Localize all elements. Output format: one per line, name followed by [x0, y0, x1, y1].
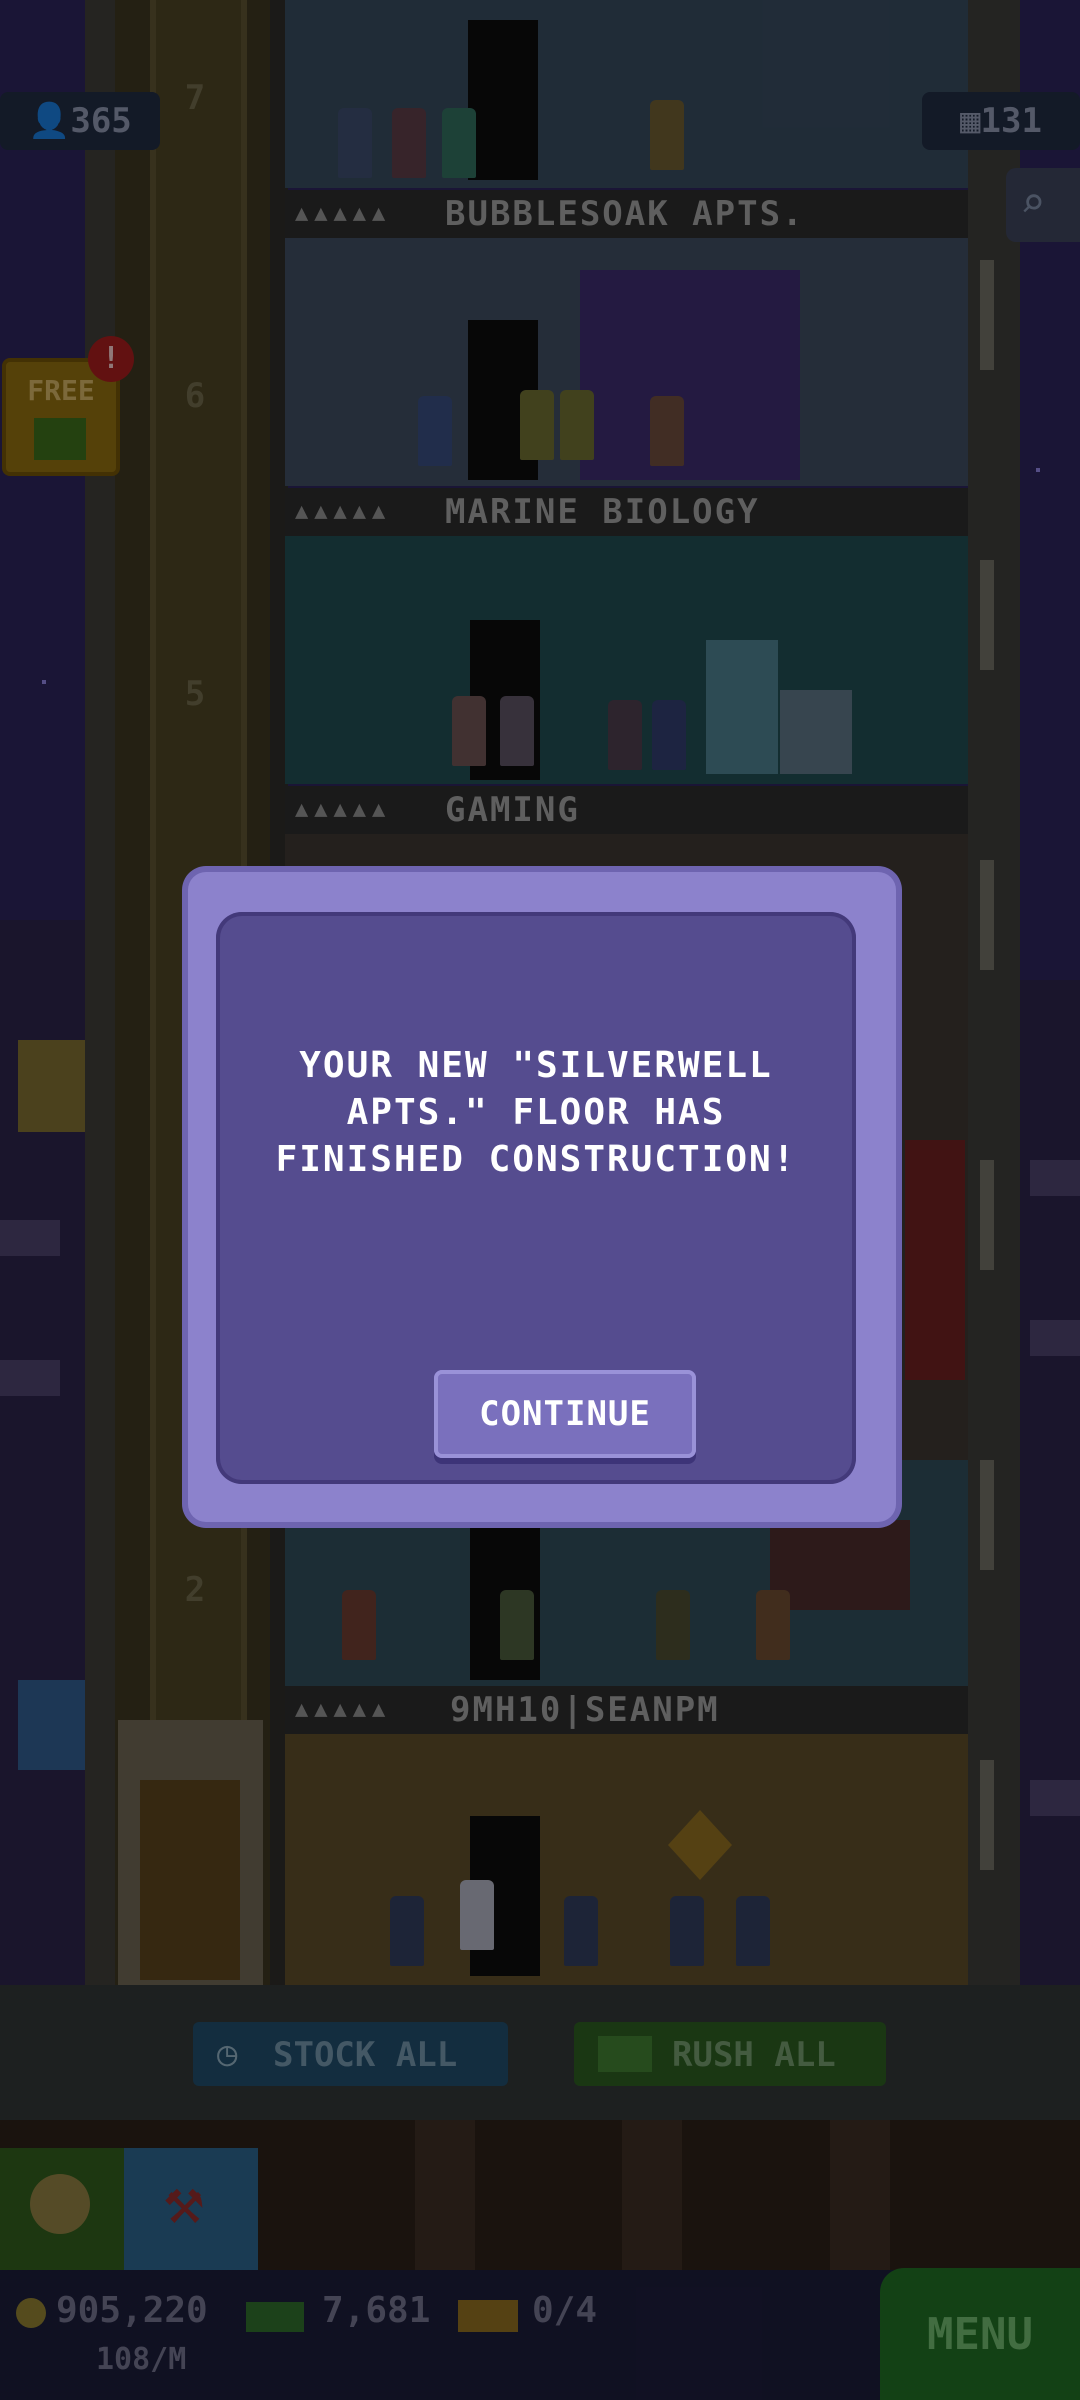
dialog-panel: YOUR NEW "SILVERWELL APTS." FLOOR HAS FI…: [216, 912, 856, 1484]
continue-button[interactable]: CONTINUE: [434, 1370, 696, 1458]
construction-complete-dialog: YOUR NEW "SILVERWELL APTS." FLOOR HAS FI…: [188, 872, 896, 1522]
dialog-message: YOUR NEW "SILVERWELL APTS." FLOOR HAS FI…: [275, 1045, 797, 1180]
